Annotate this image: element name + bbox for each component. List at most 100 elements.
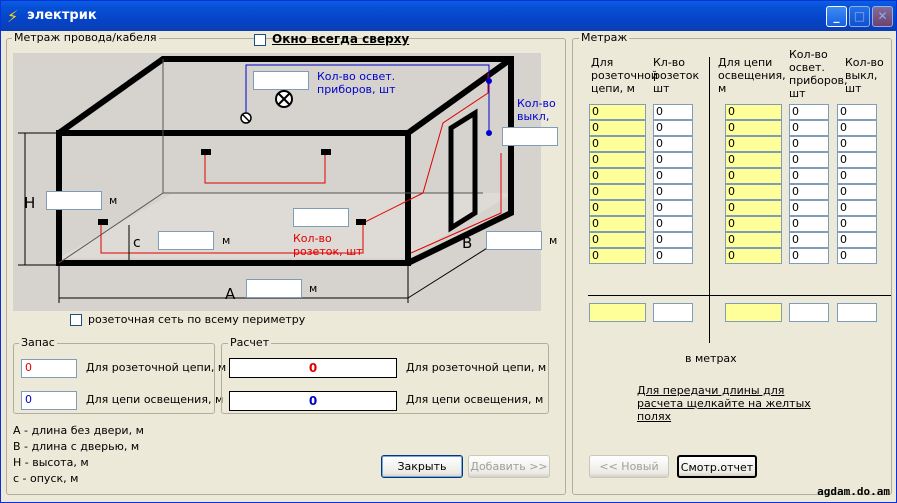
calc-light-result: 0 — [229, 391, 397, 411]
light-length-cell[interactable]: 0 — [725, 216, 782, 232]
col-socket-length-header: Для розеточной цепи, м — [591, 56, 659, 95]
socket-length-cell[interactable]: 0 — [589, 168, 646, 184]
light-count-cell[interactable]: 0 — [789, 152, 829, 168]
sockets-count-label: Кол-во розеток, шт — [293, 232, 363, 258]
switch-count-cell[interactable]: 0 — [837, 152, 877, 168]
socket-length-cell[interactable]: 0 — [589, 248, 646, 264]
sockets-count-input[interactable] — [293, 208, 349, 227]
light-count-cell[interactable]: 0 — [789, 120, 829, 136]
always-on-top-label[interactable]: Окно всегда сверху — [272, 32, 409, 46]
room-drawing — [13, 53, 541, 311]
light-count-cell[interactable]: 0 — [789, 104, 829, 120]
always-on-top-checkbox[interactable] — [254, 34, 266, 46]
socket-count-cell[interactable]: 0 — [653, 232, 693, 248]
minimize-icon: _ — [833, 9, 840, 23]
drop-input[interactable] — [158, 231, 214, 250]
perimeter-label[interactable]: розеточная сеть по всему периметру — [88, 313, 305, 326]
total-divider — [588, 295, 891, 296]
switch-count-cell[interactable]: 0 — [837, 104, 877, 120]
switch-count-cell[interactable]: 0 — [837, 168, 877, 184]
socket-count-cell[interactable]: 0 — [653, 216, 693, 232]
drop-unit-label: м — [222, 234, 231, 247]
socket-length-cell[interactable]: 0 — [589, 216, 646, 232]
close-icon: ✕ — [877, 9, 888, 23]
calc-group-title: Расчет — [228, 336, 272, 349]
legend-a: А - длина без двери, м — [13, 424, 144, 437]
socket-length-cell[interactable]: 0 — [589, 120, 646, 136]
reserve-light-label: Для цепи освещения, м — [86, 393, 224, 406]
socket-count-cell[interactable]: 0 — [653, 200, 693, 216]
socket-length-cell[interactable]: 0 — [589, 136, 646, 152]
socket-count-cell[interactable]: 0 — [653, 104, 693, 120]
light-count-cell[interactable]: 0 — [789, 136, 829, 152]
switch-count-cell[interactable]: 0 — [837, 232, 877, 248]
in-meters-label: в метрах — [685, 352, 737, 365]
length-a-unit-label: м — [309, 282, 318, 295]
socket-count-cell[interactable]: 0 — [653, 248, 693, 264]
switch-count-cell[interactable]: 0 — [837, 136, 877, 152]
light-length-cell[interactable]: 0 — [725, 200, 782, 216]
switch-count-cell[interactable]: 0 — [837, 200, 877, 216]
light-count-cell[interactable]: 0 — [789, 168, 829, 184]
light-length-cell[interactable]: 0 — [725, 136, 782, 152]
length-b-input[interactable] — [486, 231, 542, 250]
length-a-input[interactable] — [246, 279, 302, 298]
socket-length-cell[interactable]: 0 — [589, 104, 646, 120]
socket-length-cell[interactable]: 0 — [589, 232, 646, 248]
length-b-dim-label: B — [462, 234, 473, 252]
total-socket-length[interactable] — [589, 303, 646, 322]
reserve-group-title: Запас — [19, 336, 57, 349]
close-button[interactable]: Закрыть — [381, 455, 463, 478]
light-length-cell[interactable]: 0 — [725, 152, 782, 168]
light-length-cell[interactable]: 0 — [725, 232, 782, 248]
light-count-cell[interactable]: 0 — [789, 232, 829, 248]
col-switch-count-header: Кол-во выкл, шт — [845, 56, 884, 95]
height-input[interactable] — [46, 191, 102, 210]
light-length-cell[interactable]: 0 — [725, 184, 782, 200]
light-count-cell[interactable]: 0 — [789, 184, 829, 200]
socket-count-cell[interactable]: 0 — [653, 136, 693, 152]
light-count-cell[interactable]: 0 — [789, 216, 829, 232]
col-light-length-header: Для цепи освещения, м — [718, 56, 786, 95]
light-length-cell[interactable]: 0 — [725, 248, 782, 264]
socket-length-column: 0000000000 — [589, 104, 646, 264]
socket-count-cell[interactable]: 0 — [653, 152, 693, 168]
reserve-socket-input[interactable]: 0 — [21, 359, 77, 378]
socket-length-cell[interactable]: 0 — [589, 184, 646, 200]
light-length-cell[interactable]: 0 — [725, 104, 782, 120]
app-window: ⚡ электрик _ □ ✕ Метраж провода/кабеля О… — [0, 0, 897, 503]
socket-count-column: 0000000000 — [653, 104, 693, 264]
lights-count-label: Кол-во освет. приборов, шт — [317, 70, 396, 96]
switch-count-cell[interactable]: 0 — [837, 216, 877, 232]
socket-length-cell[interactable]: 0 — [589, 152, 646, 168]
total-light-length[interactable] — [725, 303, 782, 322]
minimize-button[interactable]: _ — [826, 6, 847, 27]
lights-count-input[interactable] — [253, 71, 309, 90]
switch-count-cell[interactable]: 0 — [837, 248, 877, 264]
lightning-icon: ⚡ — [7, 7, 19, 26]
switch-count-cell[interactable]: 0 — [837, 120, 877, 136]
total-switch-count — [837, 303, 877, 322]
meterage-group-title: Метраж — [579, 31, 630, 44]
socket-count-cell[interactable]: 0 — [653, 168, 693, 184]
light-length-cell[interactable]: 0 — [725, 168, 782, 184]
light-count-cell[interactable]: 0 — [789, 200, 829, 216]
socket-count-cell[interactable]: 0 — [653, 120, 693, 136]
perimeter-checkbox[interactable] — [70, 314, 82, 326]
col-light-count-header: Кол-во освет. приборов, шт — [789, 48, 848, 100]
light-count-column: 0000000000 — [789, 104, 829, 264]
switches-count-input[interactable] — [502, 127, 558, 146]
reserve-light-input[interactable]: 0 — [21, 391, 77, 410]
column-divider — [709, 57, 710, 343]
length-a-dim-label: A — [225, 285, 236, 303]
socket-count-cell[interactable]: 0 — [653, 184, 693, 200]
socket-length-cell[interactable]: 0 — [589, 200, 646, 216]
legend-c: с - опуск, м — [13, 472, 79, 485]
switch-count-cell[interactable]: 0 — [837, 184, 877, 200]
watermark: agdam.do.am — [817, 485, 890, 498]
light-length-cell[interactable]: 0 — [725, 120, 782, 136]
light-count-cell[interactable]: 0 — [789, 248, 829, 264]
calc-socket-label: Для розеточной цепи, м — [406, 361, 547, 374]
height-dim-label: H — [24, 194, 36, 212]
view-report-button[interactable]: Смотр.отчет — [677, 455, 757, 478]
